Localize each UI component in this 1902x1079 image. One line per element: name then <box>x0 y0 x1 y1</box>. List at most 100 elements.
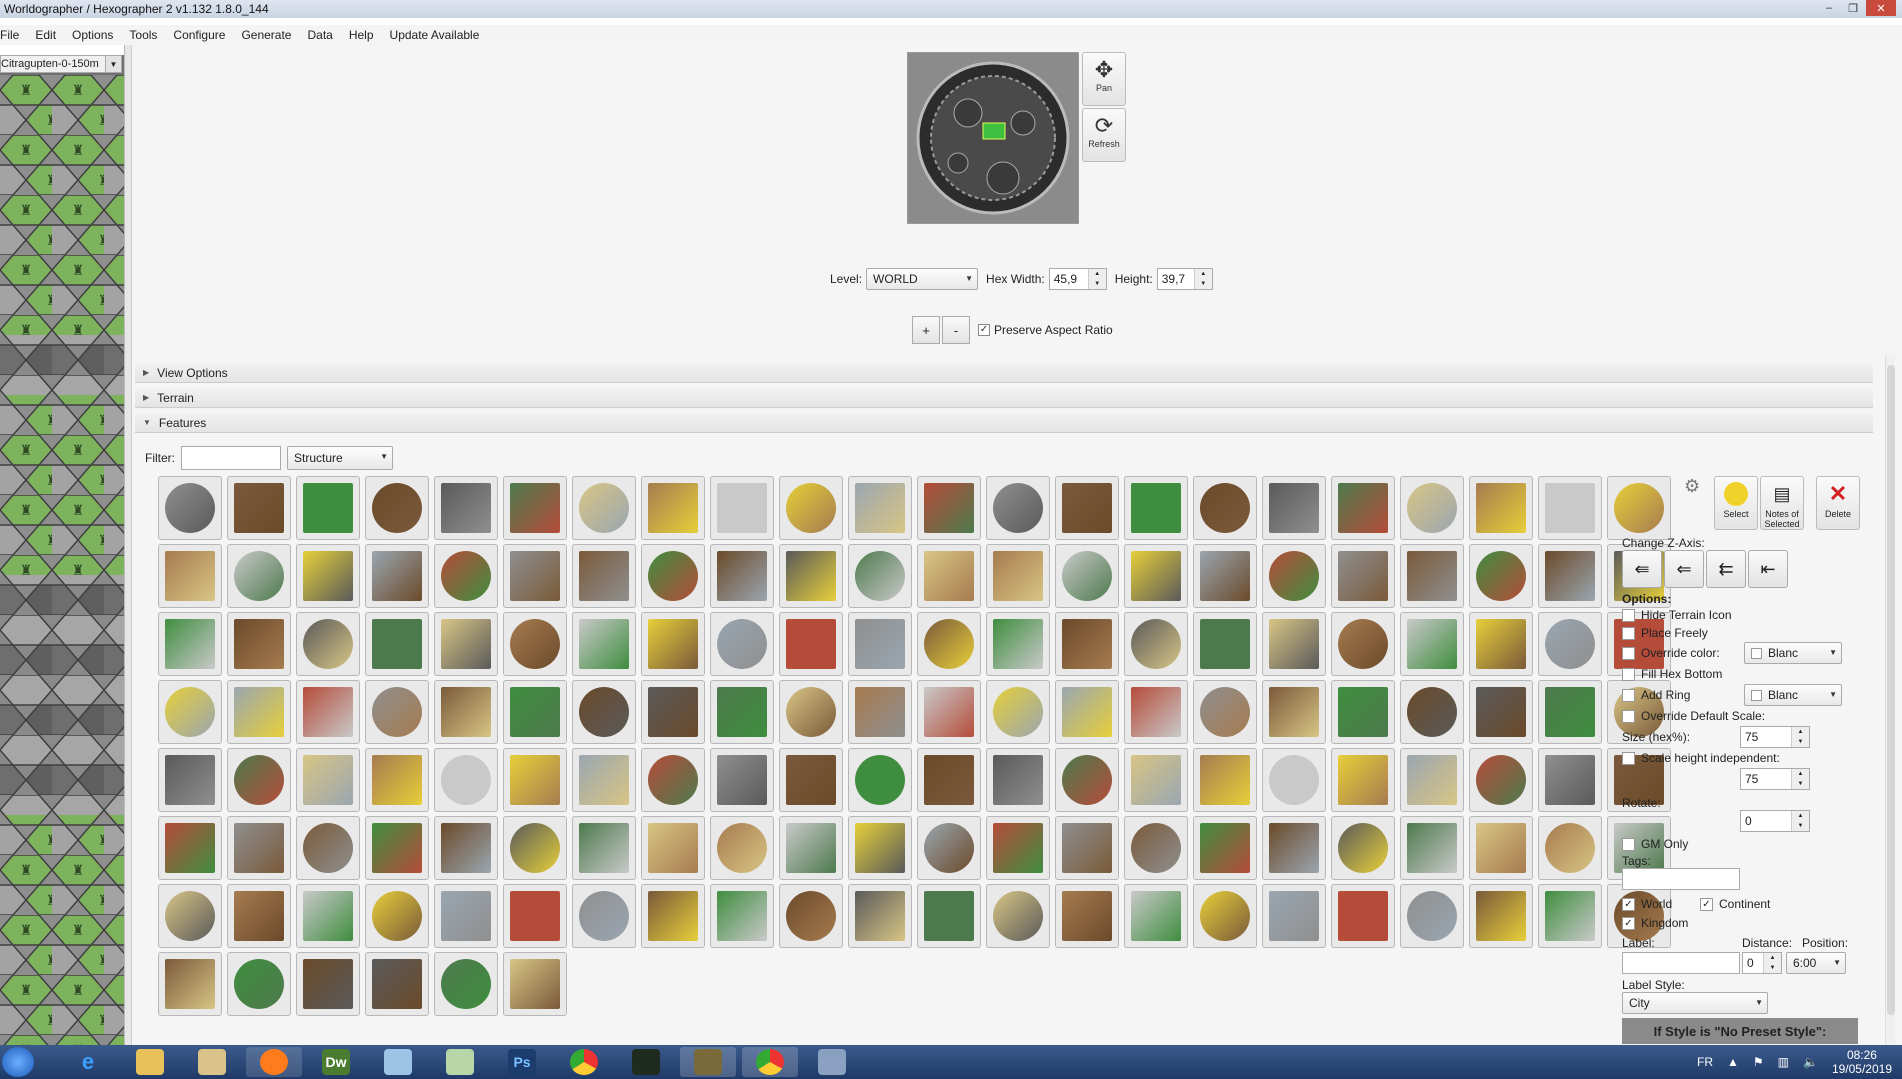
feature-tile[interactable] <box>917 748 981 812</box>
language-indicator[interactable]: FR <box>1697 1055 1713 1069</box>
feature-tile[interactable] <box>1193 680 1257 744</box>
minimap-image[interactable] <box>908 53 1078 223</box>
feature-tile[interactable] <box>503 544 567 608</box>
feature-tile[interactable] <box>641 476 705 540</box>
feature-tile[interactable] <box>779 816 843 880</box>
rotate-spinner[interactable]: 0 ▲ ▼ <box>1740 810 1810 832</box>
feature-tile[interactable] <box>296 544 360 608</box>
app-window-icon[interactable] <box>804 1047 860 1077</box>
feature-tile[interactable] <box>1193 612 1257 676</box>
height-spinner[interactable]: 39,7 ▲ ▼ <box>1156 268 1213 290</box>
explorer-icon[interactable] <box>184 1047 240 1077</box>
level-select[interactable]: WORLD ▼ <box>866 268 979 290</box>
feature-tile[interactable] <box>779 476 843 540</box>
feature-tile[interactable] <box>1055 476 1119 540</box>
feature-tile[interactable] <box>503 476 567 540</box>
continent-checkbox[interactable]: ✓ Continent <box>1700 897 1770 911</box>
override-color-checkbox[interactable]: Override color: <box>1622 646 1720 660</box>
feature-tile[interactable] <box>986 612 1050 676</box>
feature-tile[interactable] <box>1262 476 1326 540</box>
feature-tile[interactable] <box>710 544 774 608</box>
select-button[interactable]: Select <box>1714 476 1758 530</box>
feature-tile[interactable] <box>1331 476 1395 540</box>
feature-tile[interactable] <box>227 952 291 1016</box>
feature-tile[interactable] <box>434 748 498 812</box>
feature-tile[interactable] <box>572 884 636 948</box>
feature-tile[interactable] <box>779 748 843 812</box>
feature-tile[interactable] <box>1400 612 1464 676</box>
feature-tile[interactable] <box>227 816 291 880</box>
feature-tile[interactable] <box>917 544 981 608</box>
features-scrollbar[interactable] <box>1885 355 1895 1045</box>
feature-tile[interactable] <box>158 476 222 540</box>
feature-tile[interactable] <box>1124 816 1188 880</box>
feature-tile[interactable] <box>1124 544 1188 608</box>
override-scale-checkbox[interactable]: Override Default Scale: <box>1622 709 1765 723</box>
feature-tile[interactable] <box>158 680 222 744</box>
feature-tile[interactable] <box>434 952 498 1016</box>
feature-tile[interactable] <box>1400 476 1464 540</box>
folder-icon[interactable] <box>122 1047 178 1077</box>
feature-tile[interactable] <box>1055 612 1119 676</box>
feature-tile[interactable] <box>848 680 912 744</box>
feature-tile[interactable] <box>1607 476 1671 540</box>
feature-tile[interactable] <box>917 476 981 540</box>
feature-tile[interactable] <box>158 816 222 880</box>
feature-tile[interactable] <box>503 884 567 948</box>
menu-configure[interactable]: Configure <box>165 28 233 42</box>
spinner-arrows-icon[interactable]: ▲ ▼ <box>1791 769 1809 789</box>
feature-tile[interactable] <box>1055 816 1119 880</box>
feature-tile[interactable] <box>1400 816 1464 880</box>
map-canvas[interactable]: ♜ ♜ <box>0 55 130 1045</box>
feature-tile[interactable] <box>434 816 498 880</box>
feature-tile[interactable] <box>1400 748 1464 812</box>
feature-tile[interactable] <box>365 884 429 948</box>
ruler-icon[interactable] <box>432 1047 488 1077</box>
delete-button[interactable]: ✕ Delete <box>1816 476 1860 530</box>
feature-tile[interactable] <box>296 748 360 812</box>
photoshop-icon[interactable]: Ps <box>494 1047 550 1077</box>
feature-tile[interactable] <box>1124 884 1188 948</box>
feature-tile[interactable] <box>1469 612 1533 676</box>
feature-tile[interactable] <box>710 884 774 948</box>
feature-tile[interactable] <box>917 612 981 676</box>
spinner-arrows-icon[interactable]: ▲ ▼ <box>1763 953 1781 973</box>
feature-tile[interactable] <box>296 952 360 1016</box>
feature-tile[interactable] <box>572 816 636 880</box>
feature-tile[interactable] <box>572 476 636 540</box>
feature-tile[interactable] <box>986 748 1050 812</box>
feature-tile[interactable] <box>710 680 774 744</box>
feature-tile[interactable] <box>158 884 222 948</box>
feature-tile[interactable] <box>848 748 912 812</box>
add-ring-checkbox[interactable]: Add Ring <box>1622 688 1690 702</box>
feature-tile[interactable] <box>1331 680 1395 744</box>
feature-tile[interactable] <box>1469 680 1533 744</box>
chevron-down-icon[interactable]: ▼ <box>105 56 121 72</box>
feature-tile[interactable] <box>986 476 1050 540</box>
feature-tile[interactable] <box>1124 476 1188 540</box>
feature-tile[interactable] <box>1055 544 1119 608</box>
feature-tile[interactable] <box>365 748 429 812</box>
feature-tile[interactable] <box>779 884 843 948</box>
feature-tile[interactable] <box>1193 544 1257 608</box>
feature-tile[interactable] <box>710 748 774 812</box>
feature-tile[interactable] <box>917 816 981 880</box>
override-color-select[interactable]: Blanc ▼ <box>1744 642 1842 664</box>
menu-edit[interactable]: Edit <box>27 28 64 42</box>
feature-tile[interactable] <box>296 612 360 676</box>
feature-tile[interactable] <box>503 612 567 676</box>
feature-tile[interactable] <box>1124 612 1188 676</box>
gear-icon[interactable]: ⚙ <box>1684 476 1700 497</box>
feature-tile[interactable] <box>158 748 222 812</box>
feature-tile[interactable] <box>848 476 912 540</box>
chrome-icon[interactable] <box>742 1047 798 1077</box>
feature-tile[interactable] <box>1538 680 1602 744</box>
feature-tile[interactable] <box>572 748 636 812</box>
feature-tile[interactable] <box>1193 884 1257 948</box>
feature-tile[interactable] <box>227 544 291 608</box>
feature-tile[interactable] <box>365 612 429 676</box>
feature-tile[interactable] <box>986 680 1050 744</box>
refresh-button[interactable]: ⟳ Refresh <box>1082 108 1126 162</box>
feature-tile[interactable] <box>1469 476 1533 540</box>
feature-tile[interactable] <box>1331 748 1395 812</box>
